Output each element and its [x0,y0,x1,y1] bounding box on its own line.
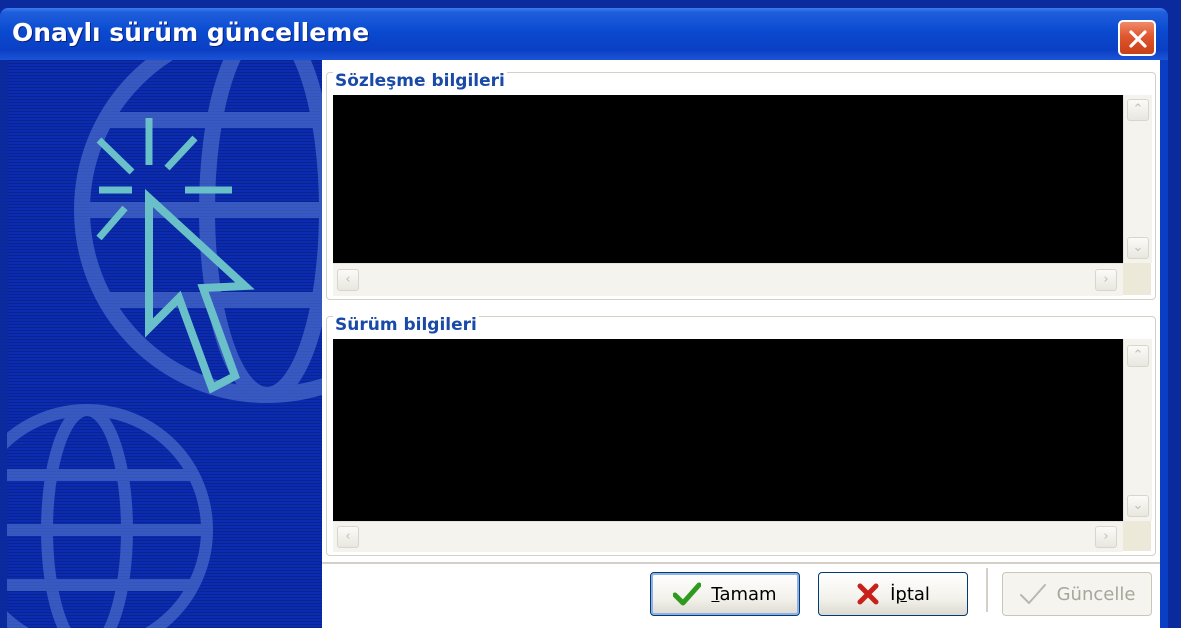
update-button[interactable]: Güncelle [1002,572,1152,616]
version-info-label: Sürüm bilgileri [333,315,479,335]
contract-info-label: Sözleşme bilgileri [333,71,507,91]
check-icon [673,582,702,606]
scroll-left-arrow-icon[interactable]: ‹ [337,269,359,291]
contract-info-vscrollbar[interactable]: ⌃ ⌄ [1123,95,1152,263]
scroll-left-arrow-icon[interactable]: ‹ [337,526,359,548]
scroll-right-arrow-icon[interactable]: › [1095,526,1117,548]
scrollbar-corner [1123,263,1151,295]
update-button-label: Güncelle [1056,583,1136,605]
ok-button[interactable]: Tamam [650,572,800,616]
version-info-memo[interactable] [333,339,1123,521]
cancel-button[interactable]: İptal [818,572,968,616]
button-separator [986,568,988,612]
content-panel: Sözleşme bilgileri ⌃ ⌄ ‹ › Sürüm bilgile… [322,60,1160,628]
button-bar-divider [322,562,1160,564]
window-border [1160,60,1168,628]
contract-info-group: Sözleşme bilgileri ⌃ ⌄ ‹ › [326,71,1156,300]
window-title: Onaylı sürüm güncelleme [12,18,370,47]
side-banner [7,60,322,628]
scroll-down-arrow-icon[interactable]: ⌄ [1127,495,1149,517]
dialog-window: Onaylı sürüm güncelleme Sözleşme bilgile… [0,0,1181,628]
scroll-up-arrow-icon[interactable]: ⌃ [1127,345,1149,367]
scroll-down-arrow-icon[interactable]: ⌄ [1127,237,1149,259]
title-bar[interactable]: Onaylı sürüm güncelleme [0,8,1168,60]
contract-info-hscrollbar[interactable]: ‹ › [333,263,1123,296]
globe-cursor-illustration [7,60,322,628]
x-icon [857,583,879,605]
close-icon [1129,30,1147,48]
contract-info-memo[interactable] [333,95,1123,263]
ok-button-label: Tamam [711,583,777,605]
close-button[interactable] [1118,20,1156,56]
version-info-hscrollbar[interactable]: ‹ › [333,521,1123,552]
check-outline-icon [1019,584,1046,604]
scroll-up-arrow-icon[interactable]: ⌃ [1127,99,1149,121]
version-info-group: Sürüm bilgileri ⌃ ⌄ ‹ › [326,315,1156,556]
cancel-button-label: İptal [890,583,930,605]
version-info-vscrollbar[interactable]: ⌃ ⌄ [1123,339,1152,521]
scroll-right-arrow-icon[interactable]: › [1095,269,1117,291]
scrollbar-corner [1123,521,1151,551]
